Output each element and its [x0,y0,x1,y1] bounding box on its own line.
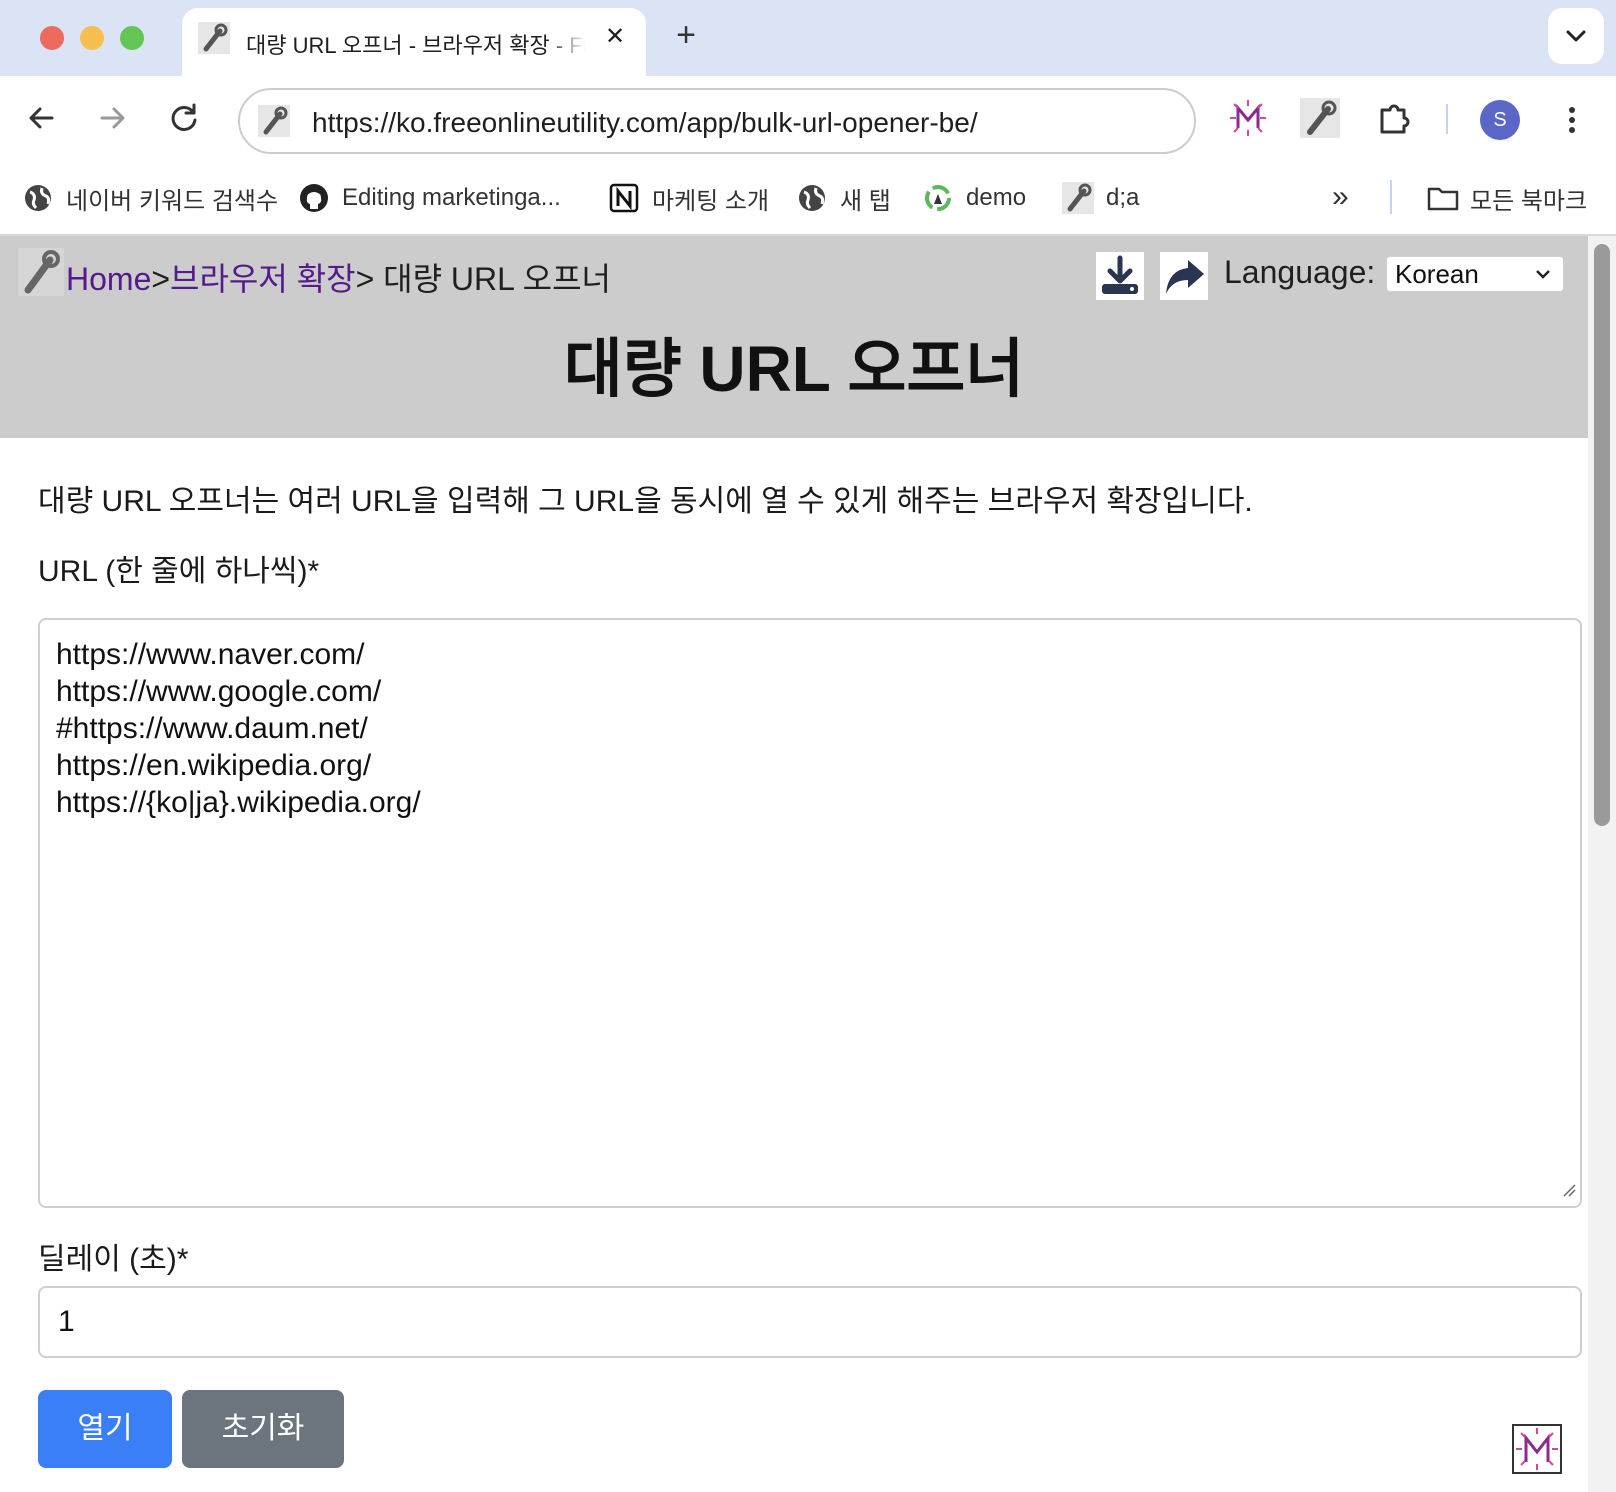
tab-title: 대량 URL 오프너 - 브라우저 확장 - FreeOnlineUtility [246,33,586,58]
url-line: https://{ko|ja}.wikipedia.org/ [56,786,421,819]
share-icon [1166,260,1204,294]
site-logo-wrench-icon[interactable] [18,248,64,301]
more-menu-icon[interactable] [1558,100,1586,140]
bookmark-label: d;a [1106,184,1140,211]
bookmark-label: Editing marketinga... [342,184,561,211]
bookmark-label: 마케팅 소개 [652,187,770,215]
all-bookmarks-folder[interactable]: 모든 북마크 [1426,178,1587,218]
bookmark-item[interactable]: demo [922,178,1026,218]
resize-grip-icon[interactable] [1562,1183,1576,1202]
download-icon [1102,255,1138,294]
url-label: URL (한 줄에 하나씩)* [38,555,320,588]
extensions-puzzle-icon[interactable] [1374,98,1414,138]
language-label: Language: [1224,254,1376,290]
github-icon [298,182,330,214]
chevron-down-icon [1533,257,1553,299]
address-bar[interactable]: https://ko.freeonlineutility.com/app/bul… [238,88,1196,154]
globe-icon [796,182,828,214]
bookmark-label: 새 탭 [840,187,891,215]
more-bookmarks-icon[interactable]: » [1332,180,1349,214]
site-info-icon[interactable] [258,105,290,142]
bookmark-item[interactable]: Editing marketinga... [298,178,561,218]
url-textarea[interactable]: https://www.naver.com/ https://www.googl… [38,618,1582,1208]
language-selected: Korean [1395,259,1479,289]
url-line: #https://www.daum.net/ [56,712,368,745]
extension-m-icon[interactable] [1228,98,1268,138]
zoom-window-button[interactable] [120,26,144,50]
bookmarks-bar: 네이버 키워드 검색수 Editing marketinga... 마케팅 소개… [0,162,1616,236]
reset-button[interactable]: 초기화 [182,1390,344,1468]
minimize-window-button[interactable] [80,26,104,50]
chevron-down-icon [1566,30,1586,42]
profile-avatar[interactable]: S [1480,100,1520,140]
site-header: Home>브라우저 확장> 대량 URL 오프너 Language: Korea… [0,236,1588,438]
share-button[interactable] [1160,252,1208,300]
bookmark-item[interactable]: 네이버 키워드 검색수 [22,178,278,218]
page-title: 대량 URL 오프너 [563,333,1025,405]
delay-input[interactable]: 1 [38,1286,1582,1358]
bookmark-label: demo [966,184,1027,211]
close-window-button[interactable] [40,26,64,50]
intro-text: 대량 URL 오프너는 여러 URL을 입력해 그 URL을 동시에 열 수 있… [38,485,1253,518]
url-line: https://www.naver.com/ [56,638,365,671]
language-select[interactable]: Korean [1386,256,1564,292]
browser-toolbar: https://ko.freeonlineutility.com/app/bul… [0,76,1616,162]
bookmark-label: 네이버 키워드 검색수 [66,187,279,215]
back-icon[interactable] [22,98,62,138]
recycle-icon [922,182,954,214]
bookmark-item[interactable]: 새 탭 [796,178,891,218]
notion-icon [608,182,640,214]
new-tab-icon[interactable]: + [668,18,704,54]
url-text[interactable]: https://ko.freeonlineutility.com/app/bul… [312,107,978,139]
bookmark-item[interactable]: d;a [1062,178,1139,218]
bookmarks-divider [1390,180,1392,214]
floating-m-logo-icon[interactable] [1512,1424,1562,1474]
url-line: https://en.wikipedia.org/ [56,749,372,782]
extension-wrench-icon[interactable] [1300,98,1340,138]
close-tab-icon[interactable]: ✕ [600,22,630,52]
breadcrumb-separator: > [151,261,171,297]
all-bookmarks-label: 모든 북마크 [1470,187,1588,215]
toolbar-divider [1446,104,1448,134]
breadcrumb-category-link[interactable]: 브라우저 확장 [170,261,356,297]
open-button[interactable]: 열기 [38,1390,172,1468]
breadcrumb: Home>브라우저 확장> 대량 URL 오프너 [66,254,611,300]
bookmark-item[interactable]: 마케팅 소개 [608,178,769,218]
url-line: https://www.google.com/ [56,675,382,708]
page-scrollbar-thumb[interactable] [1594,244,1610,826]
delay-label: 딜레이 (초)* [38,1243,189,1276]
breadcrumb-home-link[interactable]: Home [66,261,151,297]
breadcrumb-current: > 대량 URL 오프너 [355,261,611,297]
reload-icon[interactable] [164,98,204,138]
folder-icon [1426,182,1459,214]
globe-icon [22,182,54,214]
active-tab[interactable]: 대량 URL 오프너 - 브라우저 확장 - FreeOnlineUtility… [182,8,646,76]
wrench-icon [1062,182,1094,214]
tab-search-button[interactable] [1548,8,1604,64]
wrench-icon [198,22,230,59]
tab-strip: 대량 URL 오프너 - 브라우저 확장 - FreeOnlineUtility… [0,0,1616,76]
page-content: Home>브라우저 확장> 대량 URL 오프너 Language: Korea… [0,236,1588,1492]
forward-icon[interactable] [92,98,132,138]
download-button[interactable] [1096,252,1144,300]
